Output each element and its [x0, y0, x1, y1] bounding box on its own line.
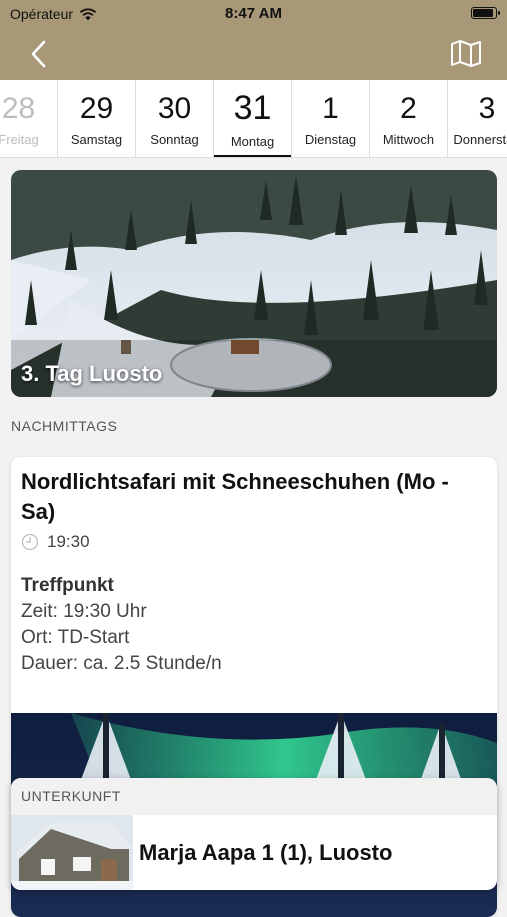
map-button[interactable]	[449, 38, 483, 68]
meeting-place: Ort: TD-Start	[21, 627, 130, 648]
status-bar: Opérateur 8:47 AM	[0, 0, 507, 28]
accommodation-heading: UNTERKUNFT	[11, 778, 497, 815]
day-name: Dienstag	[304, 132, 357, 147]
day-name: Samstag	[70, 132, 123, 147]
day-name: Sonntag	[150, 132, 199, 147]
day-name: Freitag	[0, 132, 39, 147]
day-selector: 28 Freitag 29 Samstag 30 Sonntag 31 Mont…	[0, 80, 507, 158]
chevron-left-icon	[31, 40, 46, 68]
accommodation-name: Marja Aapa 1 (1), Luosto	[139, 840, 393, 865]
day-hero-card[interactable]: 3. Tag Luosto	[11, 170, 497, 397]
day-number: 30	[157, 92, 192, 125]
day-number: 29	[79, 92, 114, 125]
meeting-point-heading: Treffpunkt	[21, 575, 114, 596]
section-heading-afternoon: NACHMITTAGS	[11, 418, 118, 434]
day-28[interactable]: 28 Freitag	[0, 80, 58, 157]
event-time: 19:30	[21, 532, 90, 552]
day-30[interactable]: 30 Sonntag	[136, 80, 214, 157]
battery-icon	[471, 7, 500, 19]
day-number: 3	[478, 92, 496, 125]
day-2[interactable]: 2 Mittwoch	[370, 80, 448, 157]
day-number: 31	[233, 89, 272, 127]
hero-title: 3. Tag Luosto	[21, 361, 163, 386]
accommodation-image	[11, 815, 133, 890]
day-name: Mittwoch	[382, 132, 435, 147]
meeting-duration: Dauer: ca. 2.5 Stunde/n	[21, 653, 222, 674]
meeting-time: Zeit: 19:30 Uhr	[21, 601, 147, 622]
day-name: Donnerstag	[453, 132, 507, 147]
event-time-value: 19:30	[47, 532, 90, 551]
day-1[interactable]: 1 Dienstag	[292, 80, 370, 157]
clock: 8:47 AM	[225, 5, 282, 22]
back-button[interactable]	[26, 38, 54, 70]
day-31-selected[interactable]: 31 Montag	[214, 80, 292, 157]
day-3[interactable]: 3 Donnerstag	[448, 80, 507, 157]
map-icon	[451, 40, 481, 67]
top-bar: Opérateur 8:47 AM	[0, 0, 507, 80]
day-number: 2	[400, 92, 417, 125]
day-name: Montag	[230, 134, 275, 149]
accommodation-card[interactable]: UNTERKUNFT Marja Aapa 1 (1), Luosto	[11, 778, 497, 890]
day-number: 28	[1, 92, 36, 125]
day-number: 1	[322, 92, 339, 125]
day-29[interactable]: 29 Samstag	[58, 80, 136, 157]
event-title: Nordlichtsafari mit Schneeschuhen (Mo - …	[21, 469, 449, 524]
clock-icon	[21, 533, 39, 551]
